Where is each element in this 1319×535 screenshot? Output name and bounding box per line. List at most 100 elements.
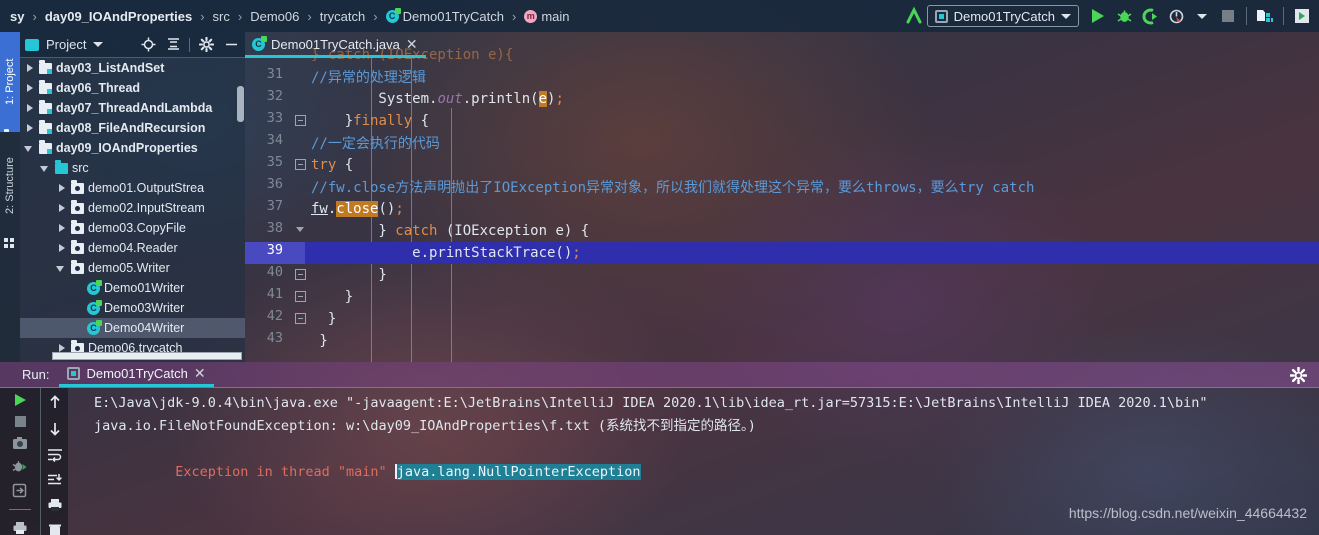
chevron-right-icon[interactable]	[24, 123, 35, 134]
breadcrumb-item-module[interactable]: day09_IOAndProperties	[43, 9, 194, 24]
chevron-down-icon[interactable]	[56, 263, 67, 274]
code-line[interactable]: 38 } catch (IOException e) {	[245, 220, 1319, 242]
tree-node[interactable]: C Demo04Writer	[20, 318, 245, 338]
breadcrumb-item-method[interactable]: m main	[522, 9, 571, 24]
tree-node-label: day09_IOAndProperties	[56, 141, 198, 155]
module-folder-icon	[39, 139, 52, 154]
debug-dump-icon[interactable]	[11, 459, 29, 474]
tree-node[interactable]: day06_Thread	[20, 78, 245, 98]
sidebar-item-project[interactable]: 1: Project	[0, 32, 20, 132]
run-panel-body: E:\Java\jdk-9.0.4\bin\java.exe "-javaage…	[0, 388, 1319, 535]
hide-icon[interactable]	[222, 36, 240, 54]
code-line[interactable]: 41 }	[245, 286, 1319, 308]
toolbar-divider	[1283, 7, 1284, 25]
sdk-manager-icon[interactable]	[1289, 3, 1315, 29]
project-tree[interactable]: day03_ListAndSet day06_Thread day07_Thread…	[20, 58, 245, 362]
code-line[interactable]: 36 //fw.close方法声明抛出了IOException异常对象，所以我们…	[245, 176, 1319, 198]
fold-collapse-icon[interactable]	[295, 269, 306, 280]
console-exception-selected[interactable]: java.lang.NullPointerException	[396, 464, 641, 480]
stop-icon[interactable]	[1215, 3, 1241, 29]
breadcrumb-item-class[interactable]: C Demo01TryCatch	[384, 7, 506, 24]
chevron-right-icon[interactable]	[56, 183, 67, 194]
breadcrumb-item-src[interactable]: src	[211, 9, 232, 24]
run-console-toolbar-left	[0, 388, 40, 535]
line-number: 38	[266, 220, 283, 236]
chevron-down-icon[interactable]	[24, 143, 35, 154]
tree-node[interactable]: demo03.CopyFile	[20, 218, 245, 238]
gear-icon[interactable]	[1290, 367, 1307, 384]
breadcrumb-item-sy[interactable]: sy	[8, 9, 26, 24]
code-line[interactable]: 34 //一定会执行的代码	[245, 132, 1319, 154]
gear-icon[interactable]	[197, 36, 215, 54]
tree-node[interactable]: day07_ThreadAndLambda	[20, 98, 245, 118]
back-arrow-icon[interactable]	[901, 3, 927, 29]
breadcrumb-label: Demo06	[250, 8, 300, 24]
tree-node[interactable]: demo04.Reader	[20, 238, 245, 258]
soft-wrap-icon[interactable]	[46, 448, 64, 462]
locate-icon[interactable]	[139, 36, 157, 54]
chevron-right-icon[interactable]	[56, 223, 67, 234]
fold-collapse-icon[interactable]	[295, 115, 306, 126]
sidebar-item-structure[interactable]: 2: Structure	[0, 136, 20, 236]
breadcrumb-item-trycatch[interactable]: trycatch	[318, 9, 368, 24]
chevron-down-icon[interactable]	[93, 42, 104, 47]
breadcrumb-item-demo06[interactable]: Demo06	[248, 9, 301, 24]
tree-node[interactable]: demo01.OutputStrea	[20, 178, 245, 198]
fold-collapse-icon[interactable]	[295, 313, 306, 324]
chevron-down-icon[interactable]	[40, 163, 51, 174]
camera-icon[interactable]	[11, 436, 29, 450]
tree-node[interactable]: day09_IOAndProperties	[20, 138, 245, 158]
chevron-right-icon[interactable]	[56, 203, 67, 214]
print-icon[interactable]	[11, 521, 29, 535]
tree-node[interactable]: C Demo01Writer	[20, 278, 245, 298]
close-icon[interactable]: ✕	[194, 366, 206, 380]
debug-icon[interactable]	[1111, 3, 1137, 29]
fold-collapse-icon[interactable]	[295, 291, 306, 302]
code-editor[interactable]: } catch (IOException e){ 31 //异常的处理逻辑 32 …	[245, 47, 1319, 362]
tree-node-label: Demo04Writer	[104, 321, 185, 335]
print-icon[interactable]	[46, 498, 64, 512]
tree-node[interactable]: demo05.Writer	[20, 258, 245, 278]
tree-node-label: src	[72, 161, 89, 175]
chevron-right-icon[interactable]	[24, 103, 35, 114]
tree-node[interactable]: src	[20, 158, 245, 178]
run-tab-demo01trycatch[interactable]: Demo01TryCatch ✕	[59, 362, 214, 387]
tree-node[interactable]: C Demo03Writer	[20, 298, 245, 318]
chevron-right-icon[interactable]	[24, 63, 35, 74]
code-line-text: e.printStackTrace();	[311, 245, 581, 261]
scroll-to-end-icon[interactable]	[46, 473, 64, 487]
tree-horizontal-scrollbar[interactable]	[52, 352, 242, 360]
chevron-right-icon[interactable]	[24, 83, 35, 94]
rerun-icon[interactable]	[11, 394, 29, 407]
code-line[interactable]: 40 }	[245, 264, 1319, 286]
tree-vertical-scrollbar[interactable]	[237, 86, 244, 122]
code-line[interactable]: 42 }	[245, 308, 1319, 330]
run-with-coverage-icon[interactable]	[1137, 3, 1163, 29]
code-line-text: fw. close();	[311, 201, 404, 217]
console-output[interactable]: E:\Java\jdk-9.0.4\bin\java.exe "-javaage…	[68, 388, 1319, 535]
code-line[interactable]: 32 System. out .println(e);	[245, 88, 1319, 110]
chevron-down-icon[interactable]	[1189, 3, 1215, 29]
scroll-down-icon[interactable]	[46, 421, 64, 437]
tree-node[interactable]: demo02.InputStream	[20, 198, 245, 218]
code-line[interactable]: 43 }	[245, 330, 1319, 352]
code-line[interactable]: 31 //异常的处理逻辑	[245, 66, 1319, 88]
code-line[interactable]: 35 try {	[245, 154, 1319, 176]
fold-arrow-icon[interactable]	[295, 225, 306, 236]
fold-collapse-icon[interactable]	[295, 159, 306, 170]
tree-node[interactable]: day08_FileAndRecursion	[20, 118, 245, 138]
exit-icon[interactable]	[11, 483, 29, 498]
run-icon[interactable]	[1085, 3, 1111, 29]
code-line[interactable]: 33 } finally {	[245, 110, 1319, 132]
stop-icon[interactable]	[11, 415, 29, 427]
collapse-all-icon[interactable]	[164, 36, 182, 54]
scroll-up-icon[interactable]	[46, 394, 64, 410]
trash-icon[interactable]	[46, 523, 64, 535]
tree-node[interactable]: day03_ListAndSet	[20, 58, 245, 78]
project-structure-icon[interactable]	[1252, 3, 1278, 29]
run-configuration-selector[interactable]: Demo01TryCatch	[926, 5, 1079, 27]
code-line[interactable]: 39 e.printStackTrace();	[245, 242, 1319, 264]
profiler-icon[interactable]	[1163, 3, 1189, 29]
chevron-right-icon[interactable]	[56, 243, 67, 254]
code-line[interactable]: 37 fw. close();	[245, 198, 1319, 220]
